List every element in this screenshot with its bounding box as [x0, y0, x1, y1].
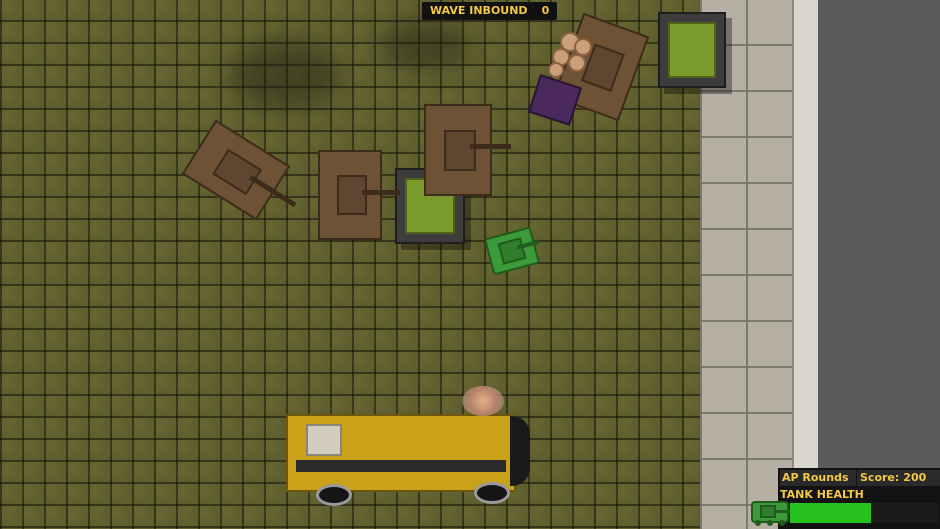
- school-bus: [286, 414, 530, 506]
- supply-crate: [658, 12, 726, 88]
- ammo-type: AP Rounds: [780, 470, 856, 486]
- smoke-cloud: [380, 20, 470, 70]
- tank-health-icon: [751, 501, 790, 526]
- health-label: TANK HEALTH: [780, 488, 864, 501]
- wave-count: 0: [541, 4, 550, 17]
- health-bar: [790, 503, 938, 523]
- enemy-tank: [318, 150, 400, 240]
- wave-banner: WAVE INBOUND 0: [422, 2, 558, 20]
- enemy-tank: [424, 104, 512, 196]
- score-value: 200: [903, 471, 927, 484]
- score-label: Score:: [860, 471, 900, 484]
- score-display: Score: 200: [857, 470, 940, 486]
- game-viewport[interactable]: WAVE INBOUND 0 AP Rounds Score: 200 TANK…: [0, 0, 940, 529]
- road: [818, 0, 940, 529]
- roof-hatch: [306, 424, 342, 456]
- wave-label: WAVE INBOUND: [430, 4, 528, 17]
- curb: [792, 0, 820, 529]
- explosion-puff: [462, 386, 504, 416]
- health-bar-fill: [790, 503, 872, 523]
- smoke-cloud: [230, 40, 340, 110]
